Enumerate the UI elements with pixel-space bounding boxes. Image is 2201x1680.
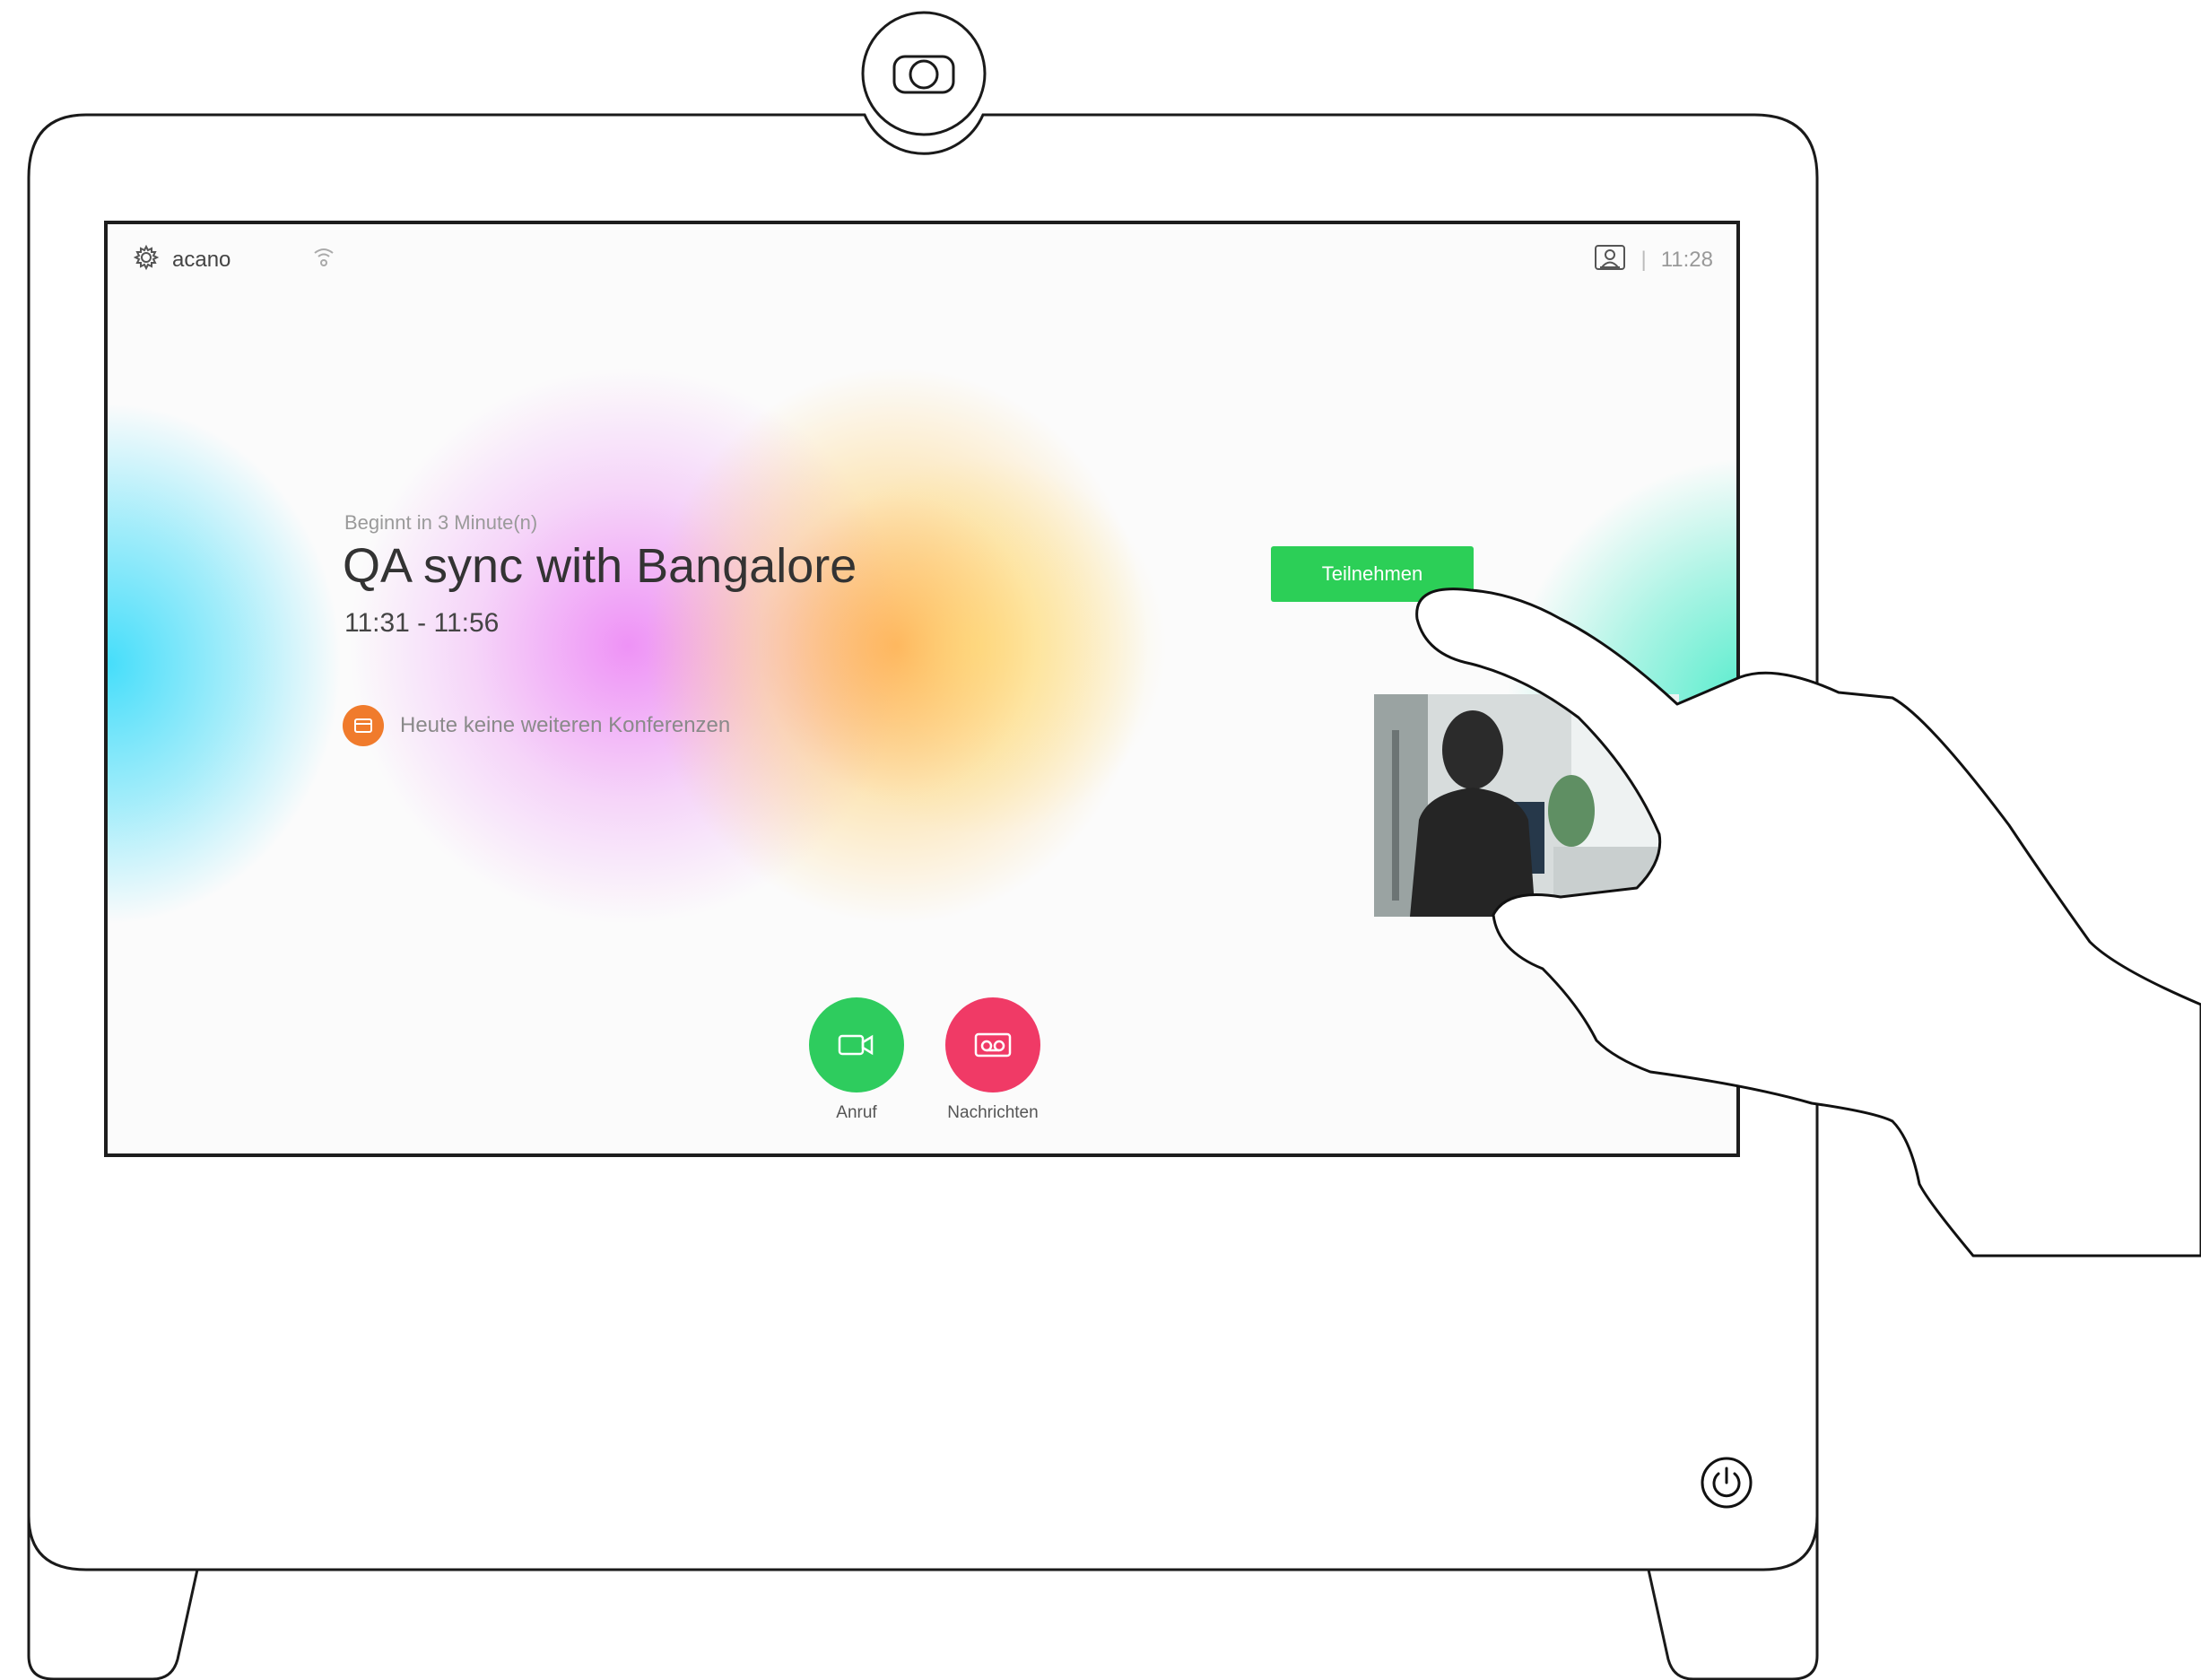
power-button[interactable] (1700, 1456, 1753, 1510)
hand-illustration (1415, 588, 2201, 1258)
power-icon (1701, 1457, 1753, 1509)
